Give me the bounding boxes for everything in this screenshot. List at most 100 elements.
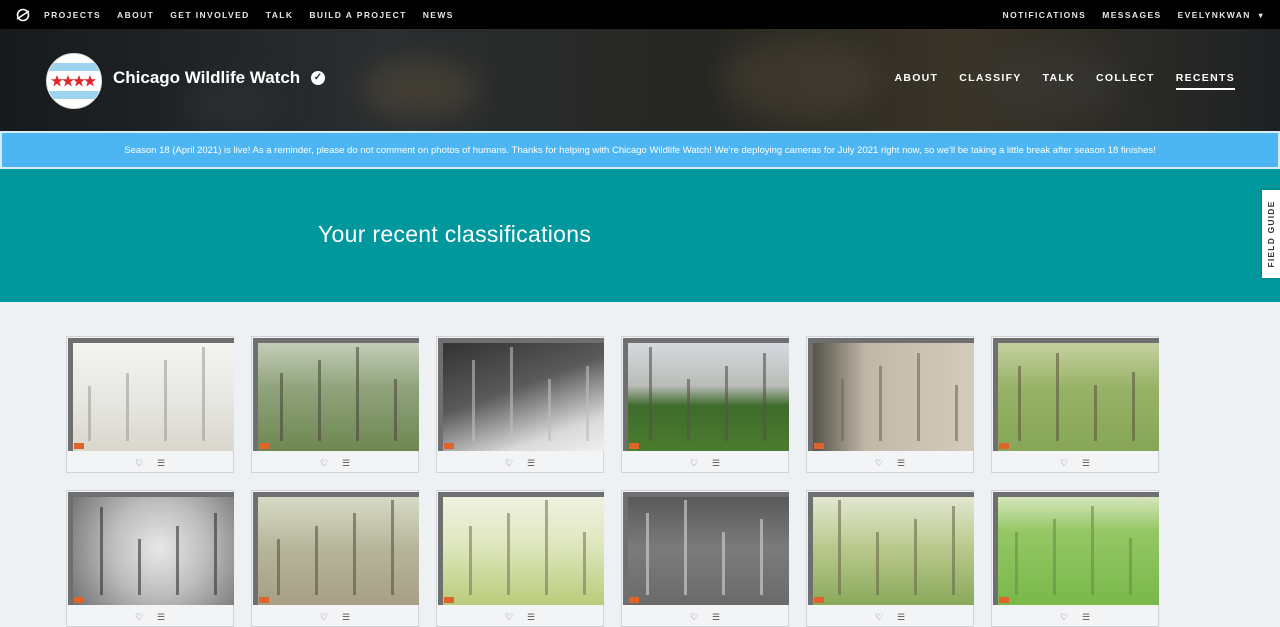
scene-detail bbox=[100, 507, 103, 595]
favorite-heart-icon[interactable]: ♡ bbox=[133, 457, 145, 469]
subject-thumbnail[interactable] bbox=[438, 338, 604, 451]
nav-get-involved[interactable]: GET INVOLVED bbox=[170, 10, 249, 20]
add-to-collection-list-icon[interactable]: ☰ bbox=[710, 457, 722, 469]
classification-card[interactable]: ♡ ☰ bbox=[66, 336, 234, 473]
scene-detail bbox=[138, 539, 141, 595]
add-to-collection-list-icon[interactable]: ☰ bbox=[340, 611, 352, 623]
subject-thumbnail[interactable] bbox=[993, 338, 1159, 451]
favorite-heart-icon[interactable]: ♡ bbox=[318, 611, 330, 623]
add-to-collection-list-icon[interactable]: ☰ bbox=[155, 457, 167, 469]
subject-thumbnail[interactable] bbox=[253, 338, 419, 451]
favorite-heart-icon[interactable]: ♡ bbox=[503, 611, 515, 623]
notifications-link[interactable]: NOTIFICATIONS bbox=[1003, 10, 1087, 20]
scene-detail bbox=[1129, 538, 1132, 595]
favorite-heart-icon[interactable]: ♡ bbox=[318, 457, 330, 469]
scene-detail bbox=[176, 526, 179, 595]
scene-detail bbox=[763, 353, 766, 441]
project-nav-talk[interactable]: TALK bbox=[1043, 72, 1075, 90]
scene-detail bbox=[1091, 506, 1094, 595]
page-title: Your recent classifications bbox=[318, 221, 592, 247]
classification-card[interactable]: ♡ ☰ bbox=[436, 490, 604, 627]
scene-detail bbox=[649, 347, 652, 441]
nav-projects[interactable]: PROJECTS bbox=[44, 10, 101, 20]
grid-ruler bbox=[68, 338, 234, 343]
user-menu[interactable]: EVELYNKWAN ▾ bbox=[1178, 10, 1264, 20]
card-actions: ♡ ☰ bbox=[622, 607, 788, 627]
classification-card[interactable]: ♡ ☰ bbox=[991, 336, 1159, 473]
add-to-collection-list-icon[interactable]: ☰ bbox=[525, 611, 537, 623]
project-nav-about[interactable]: ABOUT bbox=[894, 72, 938, 90]
grid-ruler bbox=[438, 338, 443, 451]
project-nav-collect[interactable]: COLLECT bbox=[1096, 72, 1155, 90]
project-nav-recents[interactable]: RECENTS bbox=[1175, 72, 1235, 90]
classification-card[interactable]: ♡ ☰ bbox=[991, 490, 1159, 627]
scene-detail bbox=[164, 360, 167, 441]
card-actions: ♡ ☰ bbox=[622, 453, 788, 473]
scene-detail bbox=[687, 379, 690, 441]
scene-detail bbox=[955, 385, 958, 441]
classification-card[interactable]: ♡ ☰ bbox=[806, 490, 974, 627]
classification-card[interactable]: ♡ ☰ bbox=[621, 336, 789, 473]
favorite-heart-icon[interactable]: ♡ bbox=[873, 611, 885, 623]
field-guide-tab[interactable]: FIELD GUIDE bbox=[1262, 190, 1280, 278]
grid-ruler bbox=[68, 492, 234, 497]
add-to-collection-list-icon[interactable]: ☰ bbox=[525, 457, 537, 469]
nav-about[interactable]: ABOUT bbox=[117, 10, 154, 20]
favorite-heart-icon[interactable]: ♡ bbox=[1058, 611, 1070, 623]
favorite-heart-icon[interactable]: ♡ bbox=[133, 611, 145, 623]
project-avatar[interactable] bbox=[46, 53, 102, 109]
favorite-heart-icon[interactable]: ♡ bbox=[1058, 457, 1070, 469]
grid-ruler bbox=[253, 338, 258, 451]
camera-tag bbox=[814, 443, 824, 449]
messages-link[interactable]: MESSAGES bbox=[1102, 10, 1161, 20]
subject-thumbnail[interactable] bbox=[993, 492, 1159, 605]
subject-thumbnail[interactable] bbox=[623, 492, 789, 605]
add-to-collection-list-icon[interactable]: ☰ bbox=[710, 611, 722, 623]
scene-detail bbox=[838, 500, 841, 595]
scene-detail bbox=[725, 366, 728, 441]
favorite-heart-icon[interactable]: ♡ bbox=[688, 457, 700, 469]
subject-thumbnail[interactable] bbox=[623, 338, 789, 451]
subject-thumbnail[interactable] bbox=[253, 492, 419, 605]
subject-thumbnail[interactable] bbox=[808, 338, 974, 451]
zooniverse-logo-icon[interactable] bbox=[16, 8, 30, 22]
favorite-heart-icon[interactable]: ♡ bbox=[873, 457, 885, 469]
classification-card[interactable]: ♡ ☰ bbox=[66, 490, 234, 627]
card-actions: ♡ ☰ bbox=[67, 453, 233, 473]
grid-ruler bbox=[68, 338, 73, 451]
add-to-collection-list-icon[interactable]: ☰ bbox=[895, 611, 907, 623]
grid-ruler bbox=[623, 492, 628, 605]
project-nav-classify[interactable]: CLASSIFY bbox=[959, 72, 1021, 90]
classification-card[interactable]: ♡ ☰ bbox=[436, 336, 604, 473]
add-to-collection-list-icon[interactable]: ☰ bbox=[155, 611, 167, 623]
classification-card[interactable]: ♡ ☰ bbox=[806, 336, 974, 473]
classification-card[interactable]: ♡ ☰ bbox=[251, 490, 419, 627]
nav-news[interactable]: NEWS bbox=[423, 10, 454, 20]
subject-thumbnail[interactable] bbox=[438, 492, 604, 605]
subject-thumbnail[interactable] bbox=[68, 492, 234, 605]
favorite-heart-icon[interactable]: ♡ bbox=[503, 457, 515, 469]
add-to-collection-list-icon[interactable]: ☰ bbox=[1080, 611, 1092, 623]
subject-thumbnail[interactable] bbox=[68, 338, 234, 451]
classification-card[interactable]: ♡ ☰ bbox=[621, 490, 789, 627]
scene-detail bbox=[318, 360, 321, 441]
nav-build-a-project[interactable]: BUILD A PROJECT bbox=[309, 10, 406, 20]
grid-ruler bbox=[253, 492, 419, 497]
add-to-collection-list-icon[interactable]: ☰ bbox=[340, 457, 352, 469]
add-to-collection-list-icon[interactable]: ☰ bbox=[1080, 457, 1092, 469]
scene-detail bbox=[472, 360, 475, 441]
grid-ruler bbox=[993, 492, 998, 605]
grid-ruler bbox=[808, 492, 974, 497]
nav-talk[interactable]: TALK bbox=[266, 10, 294, 20]
scene-detail bbox=[391, 500, 394, 595]
classification-card[interactable]: ♡ ☰ bbox=[251, 336, 419, 473]
add-to-collection-list-icon[interactable]: ☰ bbox=[895, 457, 907, 469]
favorite-heart-icon[interactable]: ♡ bbox=[688, 611, 700, 623]
scene-detail bbox=[548, 379, 551, 441]
star-icon bbox=[51, 75, 96, 87]
grid-ruler bbox=[623, 338, 628, 451]
project-title[interactable]: Chicago Wildlife Watch bbox=[113, 68, 300, 88]
subject-thumbnail[interactable] bbox=[808, 492, 974, 605]
grid-ruler bbox=[253, 338, 419, 343]
grid-ruler bbox=[993, 492, 1159, 497]
